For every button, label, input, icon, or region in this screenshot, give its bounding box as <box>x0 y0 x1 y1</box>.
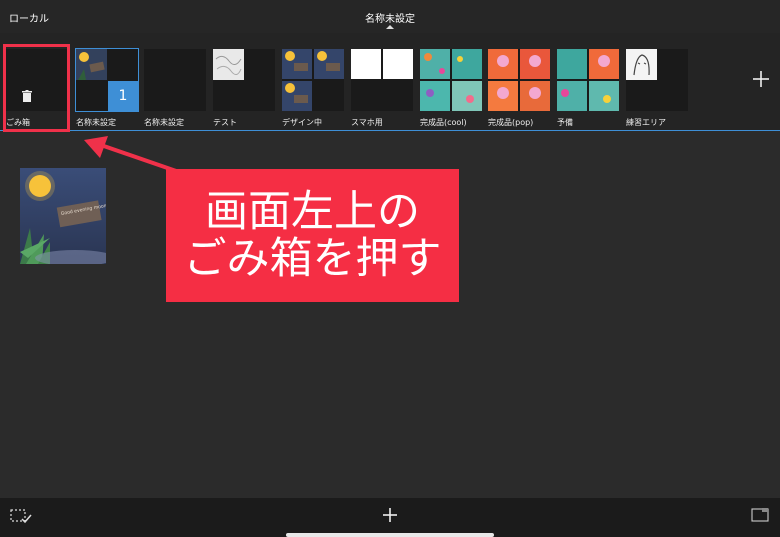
folder-designing[interactable]: デザイン中 <box>282 49 344 129</box>
add-canvas-plus-icon[interactable] <box>380 505 400 525</box>
folder-thumbnail <box>144 49 206 111</box>
artwork-preview <box>351 49 381 79</box>
folder-label: スマホ用 <box>351 118 383 127</box>
instruction-callout: 画面左上の ごみ箱を押す <box>166 169 459 302</box>
artwork-preview <box>626 49 657 80</box>
folder-label: 名称未設定 <box>76 118 116 127</box>
folder-label: 完成品(pop) <box>488 118 534 127</box>
folder-thumbnail: 1 <box>75 48 139 112</box>
folder-thumbnail <box>213 49 275 111</box>
folder-thumbnail <box>557 49 619 111</box>
callout-line-1: 画面左上の <box>205 186 420 237</box>
gallery-title[interactable]: 名称未設定 <box>0 10 780 25</box>
folder-thumbnail <box>488 49 550 111</box>
folder-finished-pop[interactable]: 完成品(pop) <box>488 49 550 129</box>
artwork-preview <box>383 49 413 79</box>
artwork-preview <box>213 49 244 80</box>
caret-up-icon[interactable] <box>386 25 394 29</box>
folder-count-badge: 1 <box>108 81 138 111</box>
folder-finished-cool[interactable]: 完成品(cool) <box>420 49 482 129</box>
callout-line-2: ごみ箱を押す <box>183 233 442 284</box>
trash-highlight-box <box>3 44 70 132</box>
folder-thumbnail <box>351 49 413 111</box>
folder-untitled-active[interactable]: 1 名称未設定 <box>75 48 139 129</box>
artwork-preview <box>488 49 550 111</box>
add-folder-plus-icon[interactable] <box>744 62 778 96</box>
top-bar: ローカル 名称未設定 <box>0 0 780 33</box>
artwork-preview <box>557 49 619 111</box>
folder-thumbnail <box>420 49 482 111</box>
folder-label: 完成品(cool) <box>420 118 467 127</box>
folder-spare[interactable]: 予備 <box>557 49 619 129</box>
folder-label: 練習エリア <box>626 118 666 127</box>
shelf-divider <box>0 130 780 131</box>
folder-label: デザイン中 <box>282 118 322 127</box>
folder-practice[interactable]: 練習エリア <box>626 49 688 129</box>
folder-thumbnail <box>626 49 688 111</box>
layout-icon[interactable] <box>751 507 771 523</box>
home-indicator <box>286 533 494 537</box>
artwork-preview <box>420 49 482 111</box>
folder-label: 予備 <box>557 118 573 127</box>
folder-untitled[interactable]: 名称未設定 <box>144 49 206 129</box>
artwork-preview <box>76 49 107 80</box>
folder-smartphone[interactable]: スマホ用 <box>351 49 413 129</box>
folder-test[interactable]: テスト <box>213 49 275 129</box>
artwork-preview <box>282 49 344 111</box>
folder-label: 名称未設定 <box>144 118 184 127</box>
bottom-bar <box>0 498 780 537</box>
select-icon[interactable] <box>10 508 32 526</box>
folder-thumbnail <box>282 49 344 111</box>
folder-label: テスト <box>213 118 237 127</box>
